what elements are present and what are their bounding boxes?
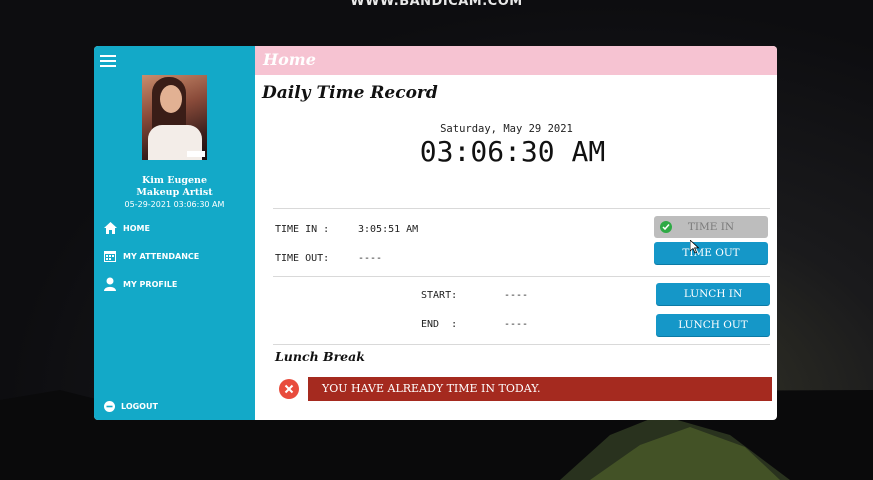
check-icon: [660, 221, 672, 233]
lunch-start-value: ----: [504, 290, 529, 301]
time-in-value: 3:05:51 AM: [358, 224, 419, 235]
alert-message: YOU HAVE ALREADY TIME IN TODAY.: [308, 377, 772, 401]
time-in-button[interactable]: TIME IN: [654, 216, 768, 238]
sidebar-item-label: MY ATTENDANCE: [123, 251, 200, 261]
divider: [273, 276, 770, 277]
user-name: Kim Eugene: [141, 175, 207, 186]
app-window: Kim Eugene Makeup Artist 05-29-2021 03:0…: [94, 46, 777, 420]
lunch-out-button[interactable]: LUNCH OUT: [656, 314, 770, 336]
hamburger-menu-icon[interactable]: [100, 55, 116, 67]
logout-button[interactable]: LOGOUT: [103, 398, 158, 414]
time-in-button-label: TIME IN: [687, 221, 735, 233]
lunch-start-label: START:: [421, 290, 458, 301]
divider: [273, 208, 770, 209]
page-header-title: Home: [263, 50, 316, 69]
lunch-in-button[interactable]: LUNCH IN: [656, 283, 770, 305]
logout-icon: [103, 400, 115, 412]
sidebar: Kim Eugene Makeup Artist 05-29-2021 03:0…: [94, 46, 255, 420]
lunch-out-button-label: LUNCH OUT: [678, 319, 748, 331]
time-in-label: TIME IN :: [275, 224, 330, 235]
time-out-label: TIME OUT:: [275, 253, 330, 264]
sidebar-item-home[interactable]: HOME: [103, 220, 150, 236]
current-date: Saturday, May 29 2021: [440, 123, 573, 135]
user-icon: [103, 277, 117, 291]
home-icon: [103, 221, 117, 235]
calendar-icon: [103, 249, 117, 263]
user-role: Makeup Artist: [136, 187, 213, 198]
mouse-cursor-icon: [690, 240, 700, 254]
sidebar-item-label: MY PROFILE: [123, 279, 178, 289]
lunch-break-label: Lunch Break: [275, 349, 365, 364]
lunch-end-label: END :: [421, 319, 458, 330]
lunch-end-value: ----: [504, 319, 529, 330]
logout-label: LOGOUT: [121, 401, 158, 411]
sidebar-item-label: HOME: [123, 223, 150, 233]
error-icon: [279, 379, 299, 399]
sidebar-item-my-attendance[interactable]: MY ATTENDANCE: [103, 248, 199, 264]
watermark-text: WWW.BANDICAM.COM: [350, 0, 523, 9]
sidebar-item-my-profile[interactable]: MY PROFILE: [103, 276, 177, 292]
divider: [273, 344, 770, 345]
lunch-in-button-label: LUNCH IN: [683, 288, 743, 300]
avatar: [142, 75, 207, 160]
page-title: Daily Time Record: [262, 83, 438, 103]
user-datetime: 05-29-2021 03:06:30 AM: [124, 200, 225, 209]
time-out-button[interactable]: TIME OUT: [654, 242, 768, 264]
header-bar: Home: [255, 46, 777, 75]
time-out-value: ----: [358, 253, 383, 264]
digital-clock: 03:06:30 AM: [419, 135, 606, 168]
